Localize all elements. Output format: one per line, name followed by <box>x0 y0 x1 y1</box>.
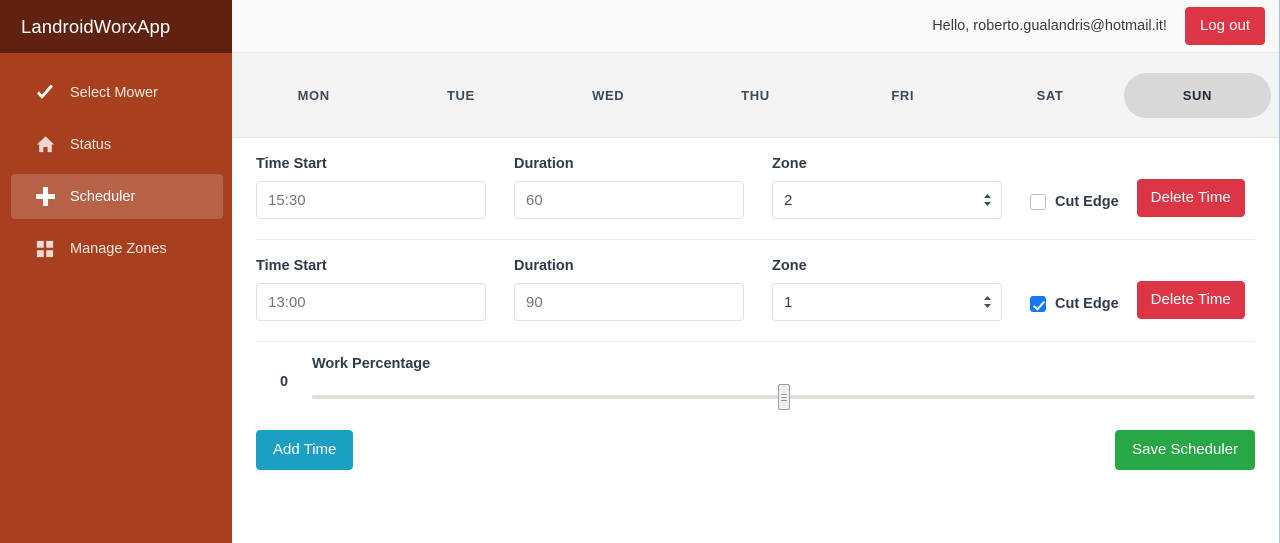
zone-label: Zone <box>772 258 1002 274</box>
duration-field: Duration <box>514 258 744 321</box>
grip-line <box>781 400 787 401</box>
duration-input[interactable] <box>514 181 744 219</box>
cut-edge-label: Cut Edge <box>1055 194 1119 210</box>
duration-input[interactable] <box>514 283 744 321</box>
zone-field: Zone 2 <box>772 156 1002 219</box>
sidebar-item-select-mower[interactable]: Select Mower <box>11 70 223 115</box>
cut-edge-checkbox[interactable] <box>1030 296 1046 312</box>
zone-select[interactable]: 2 <box>772 181 1002 219</box>
delete-time-button[interactable]: Delete Time <box>1137 179 1245 217</box>
tab-wed[interactable]: WED <box>535 73 682 118</box>
app-root: LandroidWorxApp Select Mower Status Sche… <box>0 0 1280 543</box>
work-percentage-value: 0 <box>256 374 312 404</box>
sidebar-item-label: Select Mower <box>70 85 158 101</box>
main-content: Hello, roberto.gualandris@hotmail.it! Lo… <box>232 0 1280 543</box>
home-icon <box>34 134 56 156</box>
time-start-field: Time Start <box>256 156 486 219</box>
schedule-row: Time Start Duration Zone 2 <box>256 138 1255 239</box>
cut-edge-checkbox[interactable] <box>1030 194 1046 210</box>
time-start-input[interactable] <box>256 181 486 219</box>
grid-icon <box>34 238 56 260</box>
duration-label: Duration <box>514 258 744 274</box>
schedule-row: Time Start Duration Zone 1 <box>256 239 1255 341</box>
check-icon <box>34 82 56 104</box>
grip-line <box>781 394 787 395</box>
cut-edge-toggle[interactable]: Cut Edge <box>1030 296 1119 312</box>
tab-sun[interactable]: SUN <box>1124 73 1271 118</box>
tab-sat[interactable]: SAT <box>976 73 1123 118</box>
time-start-label: Time Start <box>256 156 486 172</box>
scheduler-content: Time Start Duration Zone 2 <box>232 138 1279 470</box>
zone-field: Zone 1 <box>772 258 1002 321</box>
sidebar-item-scheduler[interactable]: Scheduler <box>11 174 223 219</box>
sidebar-item-label: Manage Zones <box>70 241 167 257</box>
work-percentage-label: Work Percentage <box>312 356 1255 372</box>
cut-edge-label: Cut Edge <box>1055 296 1119 312</box>
tab-thu[interactable]: THU <box>682 73 829 118</box>
delete-time-button[interactable]: Delete Time <box>1137 281 1245 319</box>
sidebar-nav: Select Mower Status Scheduler <box>0 53 232 271</box>
scheduler-footer: Add Time Save Scheduler <box>256 404 1255 470</box>
zone-select[interactable]: 1 <box>772 283 1002 321</box>
duration-label: Duration <box>514 156 744 172</box>
user-greeting: Hello, roberto.gualandris@hotmail.it! <box>932 18 1167 34</box>
tab-mon[interactable]: MON <box>240 73 387 118</box>
duration-field: Duration <box>514 156 744 219</box>
sidebar-item-status[interactable]: Status <box>11 122 223 167</box>
day-tabs: MON TUE WED THU FRI SAT SUN <box>232 53 1279 138</box>
sidebar-item-label: Status <box>70 137 111 153</box>
work-percentage-block: 0 Work Percentage <box>256 341 1255 404</box>
add-time-button[interactable]: Add Time <box>256 430 353 470</box>
sidebar-item-label: Scheduler <box>70 189 135 205</box>
zone-label: Zone <box>772 156 1002 172</box>
time-start-input[interactable] <box>256 283 486 321</box>
plus-icon <box>34 186 56 208</box>
tab-tue[interactable]: TUE <box>387 73 534 118</box>
brand-title: LandroidWorxApp <box>21 16 170 38</box>
time-start-field: Time Start <box>256 258 486 321</box>
slider-thumb[interactable] <box>778 384 790 410</box>
grip-line <box>781 397 787 398</box>
sidebar-item-manage-zones[interactable]: Manage Zones <box>11 226 223 271</box>
time-start-label: Time Start <box>256 258 486 274</box>
topbar: Hello, roberto.gualandris@hotmail.it! Lo… <box>232 0 1279 53</box>
save-scheduler-button[interactable]: Save Scheduler <box>1115 430 1255 470</box>
tab-fri[interactable]: FRI <box>829 73 976 118</box>
brand-header: LandroidWorxApp <box>0 0 232 53</box>
work-percentage-slider[interactable] <box>312 390 1255 404</box>
logout-button[interactable]: Log out <box>1185 7 1265 45</box>
cut-edge-toggle[interactable]: Cut Edge <box>1030 194 1119 210</box>
sidebar: LandroidWorxApp Select Mower Status Sche… <box>0 0 232 543</box>
